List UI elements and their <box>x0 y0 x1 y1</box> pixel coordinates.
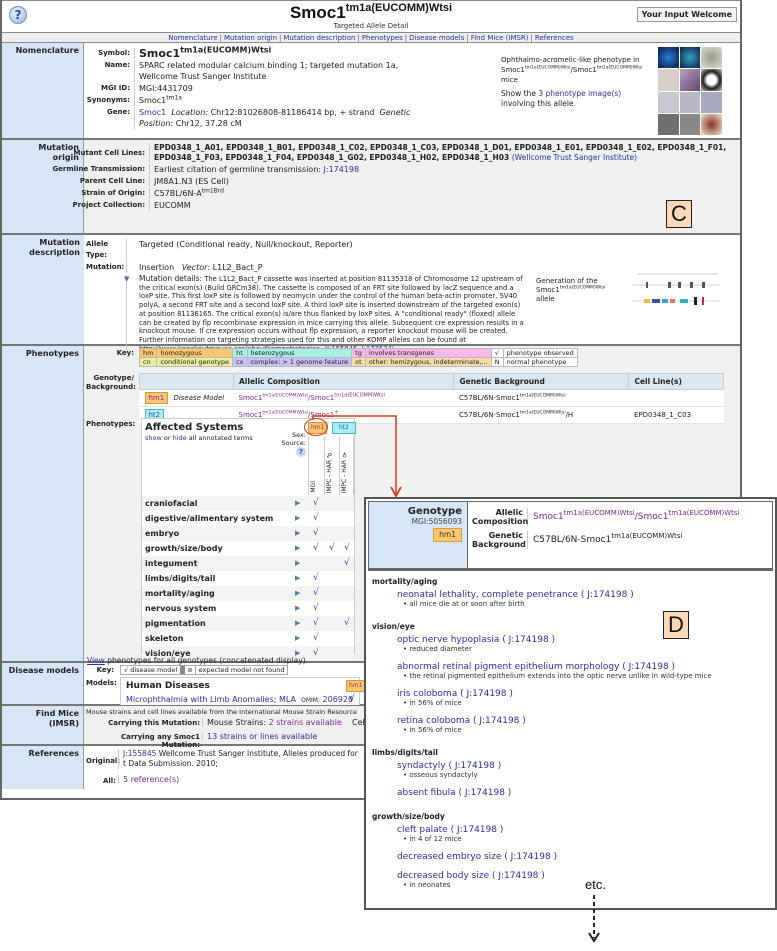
term-note: • reduced diameter <box>403 645 472 653</box>
group-name: limbs/digits/tail <box>372 748 438 757</box>
term-link[interactable]: absent fibula <box>397 788 456 798</box>
genotype-id-block: Genotype MGI:5056093 hm1 <box>368 501 468 569</box>
genetic-background-value: C57BL/6N-Smoc1tm1a(EUCOMM)Wtsi <box>533 532 683 546</box>
phenotype-term: retina coloboma ( J:174198 ) <box>397 716 526 726</box>
ref-link[interactable]: J:174198 <box>457 825 497 835</box>
term-link[interactable]: decreased embryo size <box>397 852 501 862</box>
term-link[interactable]: iris coloboma <box>397 689 457 699</box>
phenotype-term: abnormal retinal pigment epithelium morp… <box>397 662 676 672</box>
ref-link[interactable]: J:174198 <box>511 852 551 862</box>
phenotype-term: iris coloboma ( J:174198 ) <box>397 689 513 699</box>
ref-link[interactable]: J:174198 <box>509 635 549 645</box>
ref-link[interactable]: J:174198 <box>466 689 506 699</box>
group-name: mortality/aging <box>372 577 438 586</box>
term-link[interactable]: abnormal retinal pigment epithelium morp… <box>397 662 619 672</box>
ref-link[interactable]: J:174198 <box>479 716 519 726</box>
term-note: • in 56% of mice <box>403 726 462 734</box>
genotype-popup: Genotype MGI:5056093 hm1 Allelic Composit… <box>364 497 777 910</box>
ref-link[interactable]: J:174198 <box>455 761 495 771</box>
phenotype-term: neonatal lethality, complete penetrance … <box>397 590 634 600</box>
term-link[interactable]: neonatal lethality, complete penetrance <box>397 590 578 600</box>
allelic-composition-label: Allelic Composition <box>472 508 529 526</box>
term-link[interactable]: decreased body size <box>397 871 489 881</box>
genotype-id: MGI:5056093 <box>411 517 462 526</box>
phenotype-group: limbs/digits/tail syndactyly ( J:174198 )… <box>372 748 775 798</box>
term-note: • the retinal pigmented epithelium exten… <box>403 672 712 680</box>
phenotype-term-groups: mortality/aging neonatal lethality, compl… <box>366 577 775 889</box>
allelic-composition-value[interactable]: Smoc1tm1a(EUCOMM)Wtsi/Smoc1tm1a(EUCOMM)W… <box>528 510 740 523</box>
genetic-background-label: Genetic Background <box>472 531 528 549</box>
term-link[interactable]: syndactyly <box>397 761 446 771</box>
phenotype-group: mortality/aging neonatal lethality, compl… <box>372 577 775 608</box>
term-link[interactable]: optic nerve hypoplasia <box>397 635 499 645</box>
genotype-tag: hm1 <box>433 528 462 542</box>
phenotype-group: growth/size/body cleft palate ( J:174198 … <box>372 812 775 889</box>
ref-link[interactable]: J:174198 <box>587 590 627 600</box>
phenotype-group: vision/eye optic nerve hypoplasia ( J:174… <box>372 622 775 734</box>
group-name: vision/eye <box>372 622 415 631</box>
phenotype-term: absent fibula ( J:174198 ) <box>397 788 512 798</box>
term-note: • osseous syndactyly <box>403 771 478 779</box>
continue-arrow-icon <box>588 895 600 943</box>
ref-link[interactable]: J:174198 <box>629 662 669 672</box>
phenotype-term: cleft palate ( J:174198 ) <box>397 825 504 835</box>
phenotype-term: syndactyly ( J:174198 ) <box>397 761 502 771</box>
term-link[interactable]: retina coloboma <box>397 716 470 726</box>
phenotype-term: optic nerve hypoplasia ( J:174198 ) <box>397 635 556 645</box>
genotype-header: Genotype MGI:5056093 hm1 Allelic Composit… <box>368 501 773 571</box>
ref-link[interactable]: J:174198 <box>498 871 538 881</box>
term-note: • in 4 of 12 mice <box>403 835 462 843</box>
term-note: • all mice die at or soon after birth <box>403 600 525 608</box>
panel-marker-d: D <box>663 611 689 639</box>
group-name: growth/size/body <box>372 812 445 821</box>
term-note: • in 56% of mice <box>403 699 462 707</box>
term-link[interactable]: cleft palate <box>397 825 448 835</box>
phenotype-term: decreased embryo size ( J:174198 ) <box>397 852 558 862</box>
ref-link[interactable]: J:174198 <box>465 788 505 798</box>
etc-label: etc. <box>585 877 606 892</box>
